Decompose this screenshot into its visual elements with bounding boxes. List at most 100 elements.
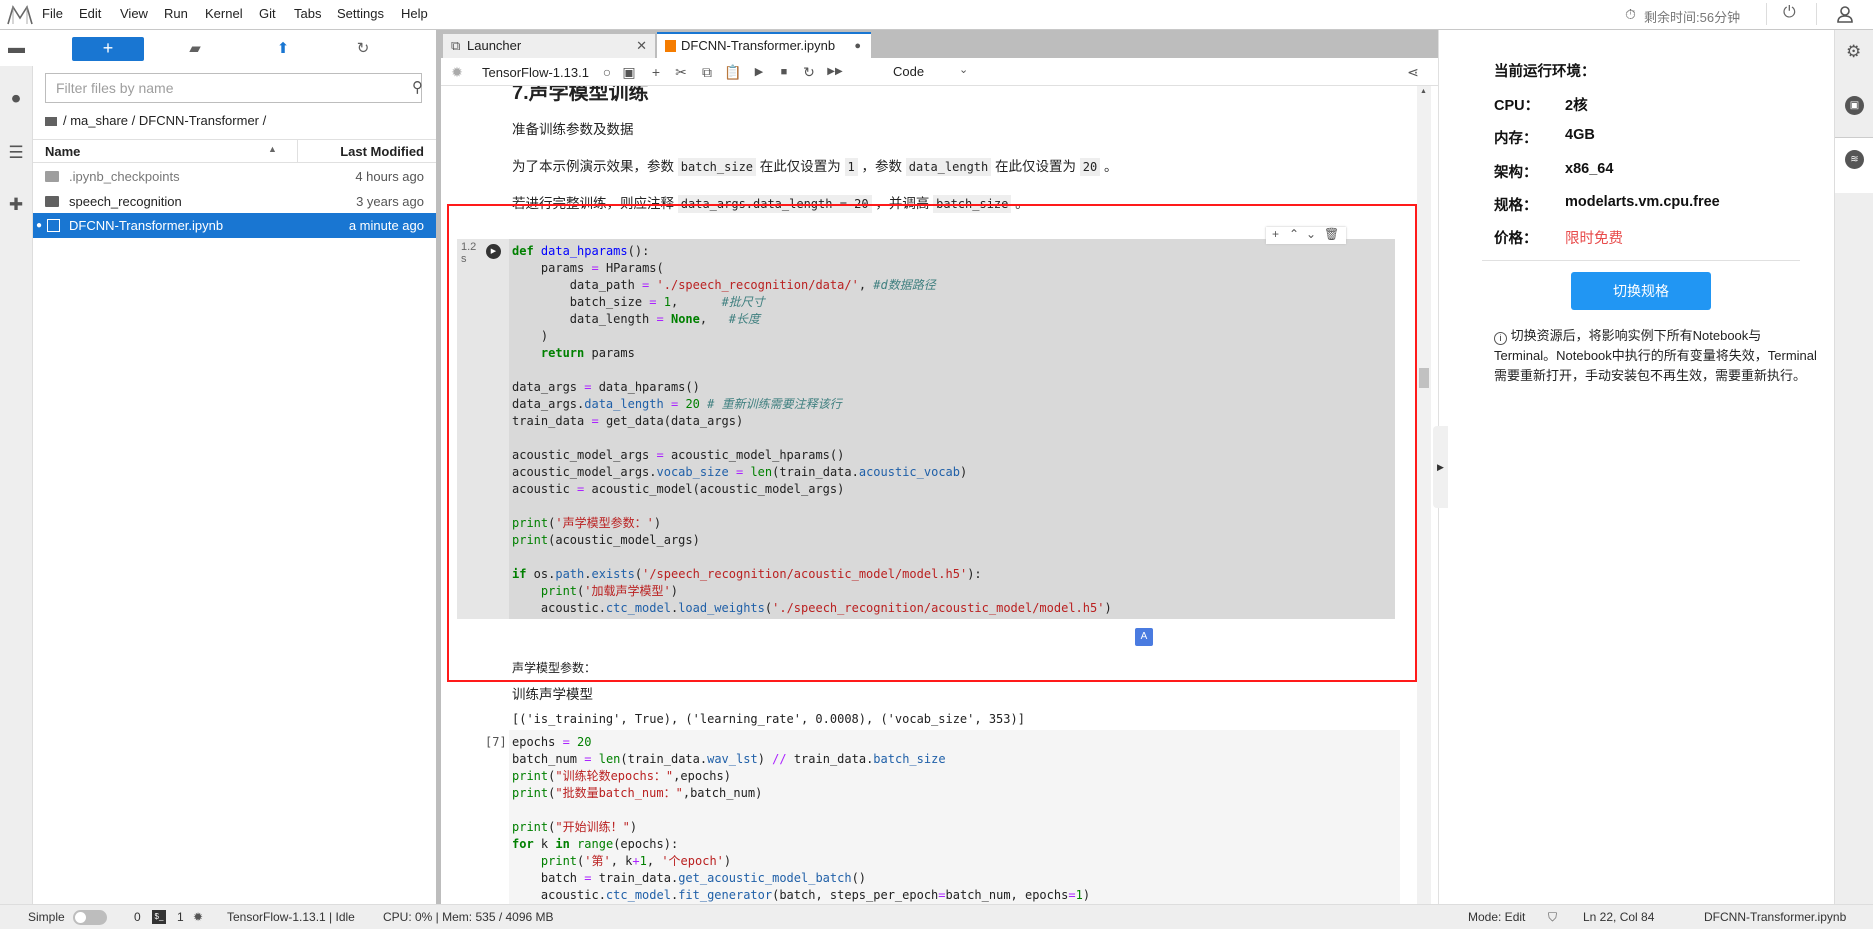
fast-forward-icon[interactable]: ▶▶ (825, 62, 845, 82)
restart-icon[interactable]: ↻ (799, 62, 819, 82)
menu-view[interactable]: View (120, 6, 148, 21)
code-token: ) (629, 820, 638, 834)
code-token: ) (723, 854, 732, 868)
kernels-count[interactable]: 1 (177, 905, 184, 929)
menu-tabs[interactable]: Tabs (294, 6, 321, 21)
chevron-down-icon[interactable]: ⌄ (959, 63, 968, 76)
code-token: (acoustic_model_args) (548, 533, 700, 547)
paste-icon[interactable]: 📋 (723, 62, 743, 82)
code-token: 1 (663, 295, 671, 309)
code-line: batch_num = len(train_data.wav_lst) // t… (512, 751, 1090, 768)
copy-icon[interactable]: ⧉ (697, 62, 717, 82)
menu-kernel[interactable]: Kernel (205, 6, 243, 21)
delete-icon[interactable]: 🗑 (1324, 227, 1339, 241)
file-modified: 3 years ago (356, 194, 424, 209)
code-editor[interactable]: epochs = 20 batch_num = len(train_data.wa… (509, 730, 1400, 904)
memory-value: 4GB (1565, 127, 1595, 143)
power-icon[interactable]: ⏻ (1783, 4, 1796, 22)
code-token: print (512, 533, 549, 547)
code-token: len (750, 465, 773, 479)
close-icon[interactable]: ✕ (636, 34, 647, 58)
cursor-position[interactable]: Ln 22, Col 84 (1583, 905, 1654, 929)
menu-edit[interactable]: Edit (79, 6, 101, 21)
code-token: "开始训练！" (555, 820, 630, 834)
user-icon[interactable] (1836, 5, 1854, 23)
code-token: #d数据路径 (873, 278, 936, 292)
add-cell-icon[interactable]: + (1272, 227, 1279, 241)
refresh-icon[interactable]: ↻ (351, 37, 375, 61)
code-token: acoustic_vocab (858, 465, 960, 479)
run-icon[interactable]: ▶ (749, 62, 769, 82)
add-cell-icon[interactable]: + (646, 62, 666, 82)
monitor-icon[interactable]: ▣ (1845, 96, 1864, 115)
translate-icon[interactable]: A (1135, 628, 1153, 646)
code-text[interactable]: def data_hparams(): params = HParams( da… (512, 243, 1112, 617)
cell-toolbar: + ⌃ ⌄ 🗑 (1266, 227, 1346, 244)
code-token: = (591, 414, 599, 428)
share-icon[interactable]: ⋖ (1403, 62, 1423, 82)
code-text[interactable]: epochs = 20 batch_num = len(train_data.wa… (512, 734, 1090, 904)
code-token: acoustic_model_args. (512, 465, 657, 479)
scroll-up-icon[interactable]: ▲ (1420, 88, 1427, 95)
file-row[interactable]: speech_recognition 3 years ago (33, 189, 436, 214)
layers-icon[interactable]: ≋ (1845, 150, 1864, 169)
kernel-status[interactable]: TensorFlow-1.13.1 | Idle (227, 905, 355, 929)
code-token: acoustic_model_hparams() (663, 448, 845, 462)
column-last-modified[interactable]: Last Modified (340, 144, 424, 159)
new-folder-icon[interactable]: ▰ (183, 37, 207, 61)
notebook-scrollbar[interactable]: ▲ (1417, 86, 1431, 904)
menu-settings[interactable]: Settings (337, 6, 384, 21)
panel-title: 当前运行环境： (1494, 64, 1596, 80)
unsaved-dot-icon[interactable]: ● (854, 34, 861, 58)
simple-mode-toggle[interactable] (73, 910, 107, 925)
column-name[interactable]: Name (45, 144, 80, 159)
cell-type-select[interactable]: Code (893, 64, 924, 79)
menu-help[interactable]: Help (401, 6, 428, 21)
stop-icon[interactable]: ■ (774, 62, 794, 82)
cut-icon[interactable]: ✂ (671, 62, 691, 82)
extension-icon[interactable]: ✚ (6, 195, 26, 215)
collapse-panel-handle[interactable]: ▶ (1433, 426, 1448, 508)
code-token: data_length (584, 397, 664, 411)
kernel-idle-icon: ○ (602, 64, 612, 80)
upload-icon[interactable]: ⬆ (271, 37, 295, 61)
switch-spec-button[interactable]: 切换规格 (1571, 272, 1711, 310)
tab-launcher[interactable]: ⧉ Launcher ✕ (443, 34, 655, 58)
tab-bar: ⧉ Launcher ✕ DFCNN-Transformer.ipynb ● (441, 30, 1438, 58)
toc-icon[interactable]: ☰ (6, 143, 26, 163)
menu-git[interactable]: Git (259, 6, 276, 21)
code-editor[interactable]: def data_hparams(): params = HParams( da… (509, 239, 1395, 619)
move-up-icon[interactable]: ⌃ (1289, 227, 1299, 241)
kernel-name[interactable]: TensorFlow-1.13.1 (482, 65, 589, 80)
code-token: + (632, 854, 640, 868)
gears-icon[interactable]: ⚙ (1846, 42, 1861, 62)
resource-usage: CPU: 0% | Mem: 535 / 4096 MB (383, 910, 554, 924)
run-cell-button[interactable]: ▶ (486, 244, 501, 259)
running-icon[interactable]: ⏺ (6, 89, 26, 109)
filter-files-input[interactable] (45, 73, 422, 103)
tab-notebook[interactable]: DFCNN-Transformer.ipynb ● (657, 32, 871, 58)
price-value: 限时免费 (1565, 231, 1623, 247)
new-launcher-button[interactable]: + (72, 37, 144, 61)
code-token: #长度 (728, 312, 761, 326)
file-browser: + ▰ ⬆ ↻ ⚲ / ma_share / DFCNN-Transformer… (33, 30, 436, 904)
folder-icon[interactable]: ▬ (0, 30, 33, 66)
file-row-selected[interactable]: ● DFCNN-Transformer.ipynb a minute ago (33, 213, 436, 238)
divider (1482, 260, 1800, 261)
breadcrumb[interactable]: / ma_share / DFCNN-Transformer / (63, 113, 266, 128)
launcher-icon: ⧉ (451, 38, 461, 53)
move-down-icon[interactable]: ⌄ (1306, 227, 1316, 241)
code-token: acoustic. (512, 601, 606, 615)
terminals-count[interactable]: 0 (134, 905, 141, 929)
code-token: k (533, 837, 556, 851)
menu-file[interactable]: File (42, 6, 63, 21)
file-row[interactable]: .ipynb_checkpoints 4 hours ago (33, 164, 436, 189)
menu-run[interactable]: Run (164, 6, 188, 21)
code-token: get_acoustic_model_batch (678, 871, 852, 885)
scrollbar-thumb[interactable] (1419, 368, 1429, 388)
save-icon[interactable]: ▣ (619, 62, 639, 82)
activity-bar: ▬ ⏺ ☰ ✚ (0, 30, 33, 904)
code-token: ctc_model (605, 888, 671, 902)
trusted-icon[interactable]: ⛉ (1548, 905, 1557, 929)
